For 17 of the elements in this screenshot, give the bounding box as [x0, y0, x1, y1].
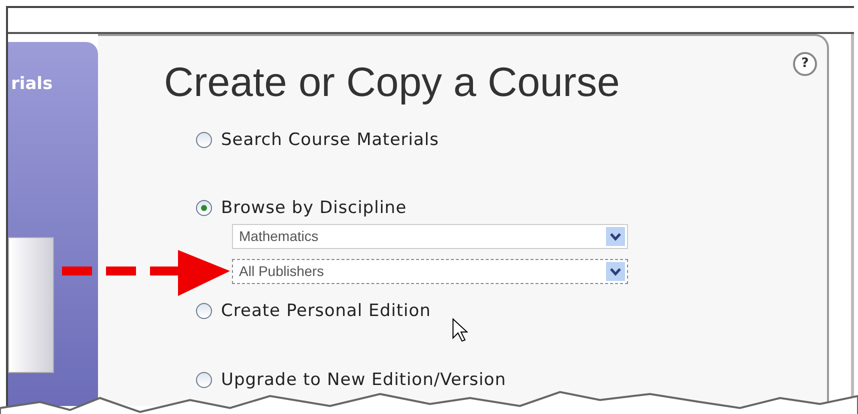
- radio-button[interactable]: [196, 372, 212, 388]
- page-title: Create or Copy a Course: [164, 62, 620, 103]
- chevron-down-icon[interactable]: [606, 227, 625, 246]
- cursor-icon: [452, 318, 468, 342]
- sidebar-label: rials: [11, 76, 54, 93]
- option-label: Upgrade to New Edition/Version: [221, 370, 506, 390]
- arrow-icon: [62, 250, 232, 296]
- help-button[interactable]: ?: [793, 52, 817, 76]
- radio-button[interactable]: [196, 200, 212, 216]
- chevron-down-icon[interactable]: [606, 262, 625, 281]
- option-label: Create Personal Edition: [221, 301, 431, 321]
- dropdown[interactable]: All Publishers: [232, 259, 628, 284]
- option-label: Browse by Discipline: [221, 198, 407, 218]
- dropdown[interactable]: Mathematics: [232, 224, 628, 249]
- option-label: Search Course Materials: [221, 130, 439, 150]
- radio-button[interactable]: [196, 303, 212, 319]
- radio-button[interactable]: [196, 132, 212, 148]
